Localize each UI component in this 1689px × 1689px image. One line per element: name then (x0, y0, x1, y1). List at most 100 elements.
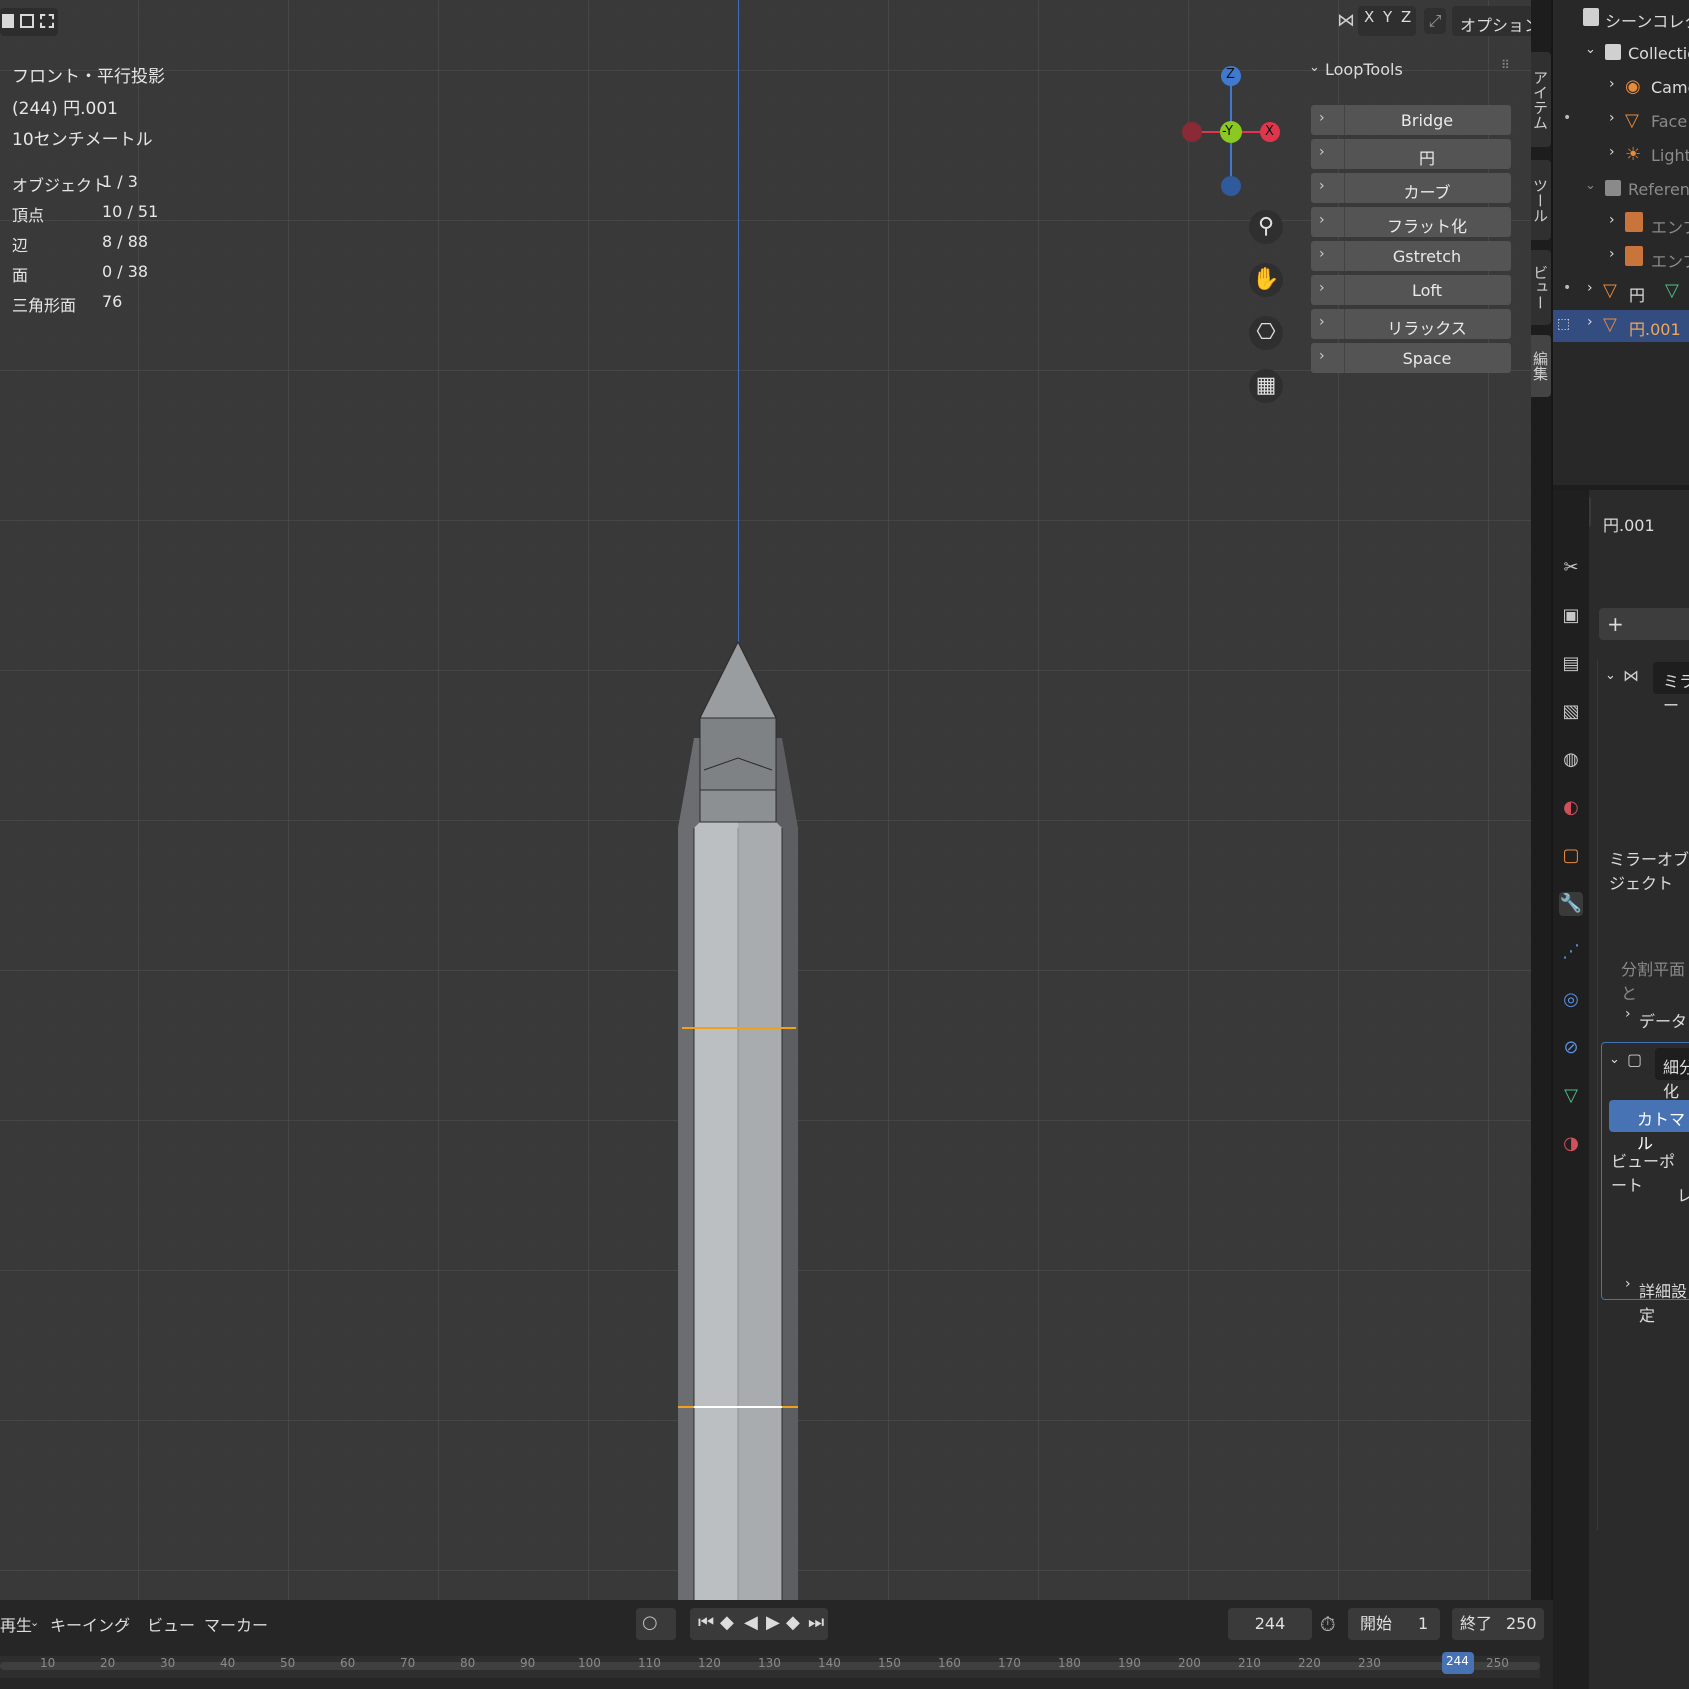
chevron-right-icon: › (1319, 110, 1325, 126)
catmull-clark-button[interactable]: カトマル (1609, 1100, 1689, 1153)
chevron-right-icon[interactable]: › (1609, 144, 1615, 160)
mesh-collar (699, 717, 777, 791)
tab-edit[interactable]: 編集 (1531, 335, 1551, 397)
chevron-right-icon[interactable]: › (1609, 110, 1615, 126)
frame-tick: 200 (1178, 1656, 1201, 1670)
outliner-scene-collection[interactable]: シーンコレクション (1553, 4, 1689, 36)
mirror-modifier-icon: ⋈ (1623, 666, 1639, 685)
auto-key-button[interactable]: ○ (636, 1608, 676, 1640)
menu-view[interactable]: ビュー (147, 1612, 195, 1636)
chevron-down-icon[interactable]: ⌄ (1585, 178, 1596, 193)
frame-tick: 30 (160, 1656, 176, 1670)
3d-viewport[interactable]: フロント・平行投影 (244) 円.001 10センチメートル オブジェクト 1… (0, 0, 1531, 1600)
physics-icon[interactable]: ◎ (1559, 988, 1583, 1012)
particles-icon[interactable]: ⋰ (1559, 940, 1583, 964)
chevron-down-icon[interactable]: ⌄ (1585, 42, 1596, 57)
looptools-item-label: 円 (1418, 149, 1435, 168)
menu-marker[interactable]: マーカー (204, 1612, 268, 1636)
chevron-right-icon[interactable]: › (1609, 212, 1615, 228)
looptools-circle-button[interactable]: › 円 (1311, 139, 1511, 169)
drag-handle-icon[interactable]: ⠿ (1501, 58, 1510, 72)
outliner-row-reference[interactable]: ⌄ Reference (1553, 174, 1689, 206)
chevron-right-icon: › (1319, 212, 1325, 228)
chevron-right-icon[interactable]: › (1609, 76, 1615, 92)
material-icon[interactable]: ◑ (1559, 1132, 1583, 1156)
chevron-right-icon[interactable]: › (1625, 1006, 1631, 1022)
looptools-title[interactable]: LoopTools (1325, 60, 1403, 79)
looptools-flatten-button[interactable]: › フラット化 (1311, 207, 1511, 237)
chevron-right-icon[interactable]: › (1587, 314, 1593, 330)
tab-item[interactable]: アイテム (1531, 52, 1551, 147)
mirror-object-label: ミラーオブジェクト (1609, 850, 1689, 893)
render-levels-label: レ (1677, 1186, 1689, 1205)
constraints-icon[interactable]: ⊘ (1559, 1036, 1583, 1060)
subdivision-modifier-name[interactable]: 細分化 (1655, 1048, 1689, 1101)
chevron-right-icon[interactable]: › (1625, 1276, 1631, 1292)
chevron-down-icon[interactable]: ⌄ (1609, 1052, 1620, 1067)
tool-settings-icon[interactable]: ✂ (1559, 556, 1583, 580)
chevron-down-icon: ⌄ (122, 1616, 132, 1629)
jump-start-icon[interactable]: ⏮ (698, 1612, 714, 1633)
outliner-row-label: Collection (1628, 44, 1689, 63)
outliner-row-collection[interactable]: ⌄ Collection (1553, 38, 1689, 70)
mesh-data-icon[interactable]: ▽ (1559, 1084, 1583, 1108)
tab-tool[interactable]: ツール (1531, 160, 1551, 240)
frame-tick: 110 (638, 1656, 661, 1670)
frame-tick-current: 244 (1446, 1654, 1469, 1668)
current-frame-field[interactable]: 244 (1228, 1608, 1312, 1640)
looptools-loft-button[interactable]: › Loft (1311, 275, 1511, 305)
looptools-curve-button[interactable]: › カーブ (1311, 173, 1511, 203)
stopwatch-icon[interactable]: ⏱ (1320, 1612, 1336, 1636)
outliner-row-circle[interactable]: • › ▽ 円 ▽ (1553, 276, 1689, 308)
view-layer-icon[interactable]: ▧ (1559, 700, 1583, 724)
outliner-row-circle-001[interactable]: ⬚ › ▽ 円.001 (1553, 310, 1689, 342)
frame-tick: 170 (998, 1656, 1021, 1670)
play-reverse-icon[interactable]: ◀ (744, 1612, 758, 1633)
render-icon[interactable]: ▣ (1559, 604, 1583, 628)
chevron-right-icon[interactable]: › (1587, 280, 1593, 296)
scene-icon[interactable]: ◍ (1559, 748, 1583, 772)
menu-keying[interactable]: キーイング (50, 1612, 130, 1636)
advanced-panel-label[interactable]: 詳細設定 (1639, 1278, 1689, 1326)
outliner-row-light[interactable]: › ☀ Light (1553, 140, 1689, 172)
play-icon[interactable]: ▶ (766, 1612, 780, 1633)
start-frame-field[interactable]: 開始 1 (1348, 1608, 1440, 1640)
tab-view[interactable]: ビュー (1531, 250, 1551, 325)
frame-tick: 160 (938, 1656, 961, 1670)
looptools-gstretch-button[interactable]: › Gstretch (1311, 241, 1511, 271)
jump-end-icon[interactable]: ⏭ (808, 1612, 824, 1633)
zoom-icon[interactable]: ⚲ (1249, 210, 1283, 244)
data-panel-label[interactable]: データ (1639, 1008, 1687, 1032)
end-frame-field[interactable]: 終了 250 (1452, 1608, 1544, 1640)
outliner-row-face[interactable]: • › ▽ Face (1553, 106, 1689, 138)
outliner-row-empty-1[interactable]: › エンプティ (1553, 208, 1689, 240)
chevron-right-icon[interactable]: › (1609, 246, 1615, 262)
mirror-modifier-name[interactable]: ミラー (1653, 662, 1689, 715)
outliner-row-empty-2[interactable]: › エンプティ (1553, 242, 1689, 274)
outliner-row-label: 円.001 (1629, 320, 1681, 339)
subdivision-modifier-icon: ▢ (1627, 1050, 1643, 1069)
next-keyframe-icon[interactable]: ◆ (786, 1612, 800, 1633)
pan-hand-icon[interactable]: ✋ (1249, 263, 1283, 297)
frame-tick: 140 (818, 1656, 841, 1670)
add-modifier-button[interactable]: + (1599, 608, 1689, 640)
output-icon[interactable]: ▤ (1559, 652, 1583, 676)
outliner-row-camera[interactable]: › ◉ Camera (1553, 72, 1689, 104)
frame-tick: 150 (878, 1656, 901, 1670)
looptools-space-button[interactable]: › Space (1311, 343, 1511, 373)
looptools-bridge-button[interactable]: › Bridge (1311, 105, 1511, 135)
ortho-grid-icon[interactable]: ▦ (1249, 369, 1283, 403)
chevron-down-icon[interactable]: ⌄ (1605, 668, 1616, 683)
chevron-down-icon[interactable]: ⌄ (1309, 60, 1320, 75)
world-icon[interactable]: ◐ (1559, 796, 1583, 820)
modifier-wrench-icon[interactable]: 🔧 (1559, 892, 1583, 916)
chevron-right-icon: › (1319, 246, 1325, 262)
frame-tick: 40 (220, 1656, 236, 1670)
chevron-right-icon: › (1319, 348, 1325, 364)
object-properties-icon[interactable]: ▢ (1559, 844, 1583, 868)
prev-keyframe-icon[interactable]: ◆ (720, 1612, 734, 1633)
menu-playback[interactable]: 再生 (0, 1612, 32, 1636)
looptools-relax-button[interactable]: › リラックス (1311, 309, 1511, 339)
looptools-panel: ⌄ LoopTools ⠿ › Bridge › 円 › カーブ › フラット化… (1305, 52, 1511, 377)
camera-view-icon[interactable]: ⎔ (1249, 316, 1283, 350)
